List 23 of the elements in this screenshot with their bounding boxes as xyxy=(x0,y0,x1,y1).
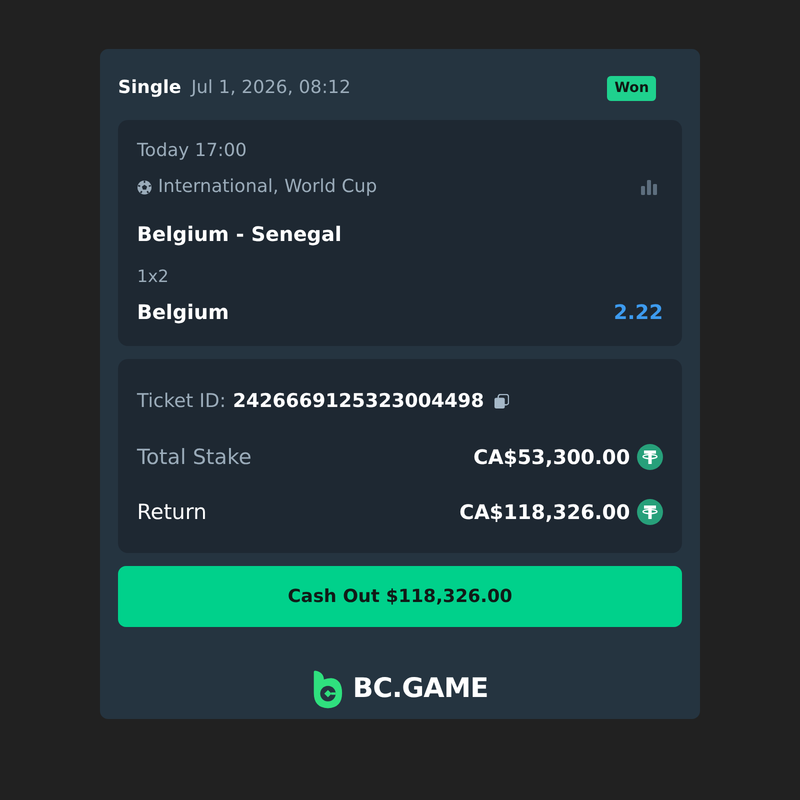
logo-icon xyxy=(312,670,343,708)
amount-value: CA$118,326.00 xyxy=(459,499,630,526)
cash-out-button[interactable]: Cash Out $118,326.00 xyxy=(118,566,682,627)
match-title: Belgium - Senegal xyxy=(137,221,342,248)
market-name: 1x2 xyxy=(137,266,169,289)
odds-value: 2.22 xyxy=(614,299,663,326)
selection-name: Belgium xyxy=(137,299,229,326)
copy-icon[interactable] xyxy=(494,394,510,408)
league-name: International, World Cup xyxy=(158,175,378,199)
ticket-label: Ticket ID: xyxy=(137,389,226,413)
soccer-ball-icon xyxy=(137,180,152,194)
placed-date: Jul 1, 2026, 08:12 xyxy=(191,76,351,100)
amount-label: Return xyxy=(137,499,207,526)
brand-name: BC.GAME xyxy=(352,672,488,706)
event-time: Today 17:00 xyxy=(137,139,247,163)
ticket-id: 2426669125323004498 xyxy=(232,389,484,413)
bet-type: Single xyxy=(118,76,182,100)
tether-coin-icon xyxy=(637,499,663,525)
amount-label: Total Stake xyxy=(137,444,252,471)
amount-value: CA$53,300.00 xyxy=(473,444,630,471)
tether-coin-icon xyxy=(637,444,663,470)
status-badge: Won xyxy=(607,76,656,100)
bar-chart-icon[interactable] xyxy=(641,179,657,195)
